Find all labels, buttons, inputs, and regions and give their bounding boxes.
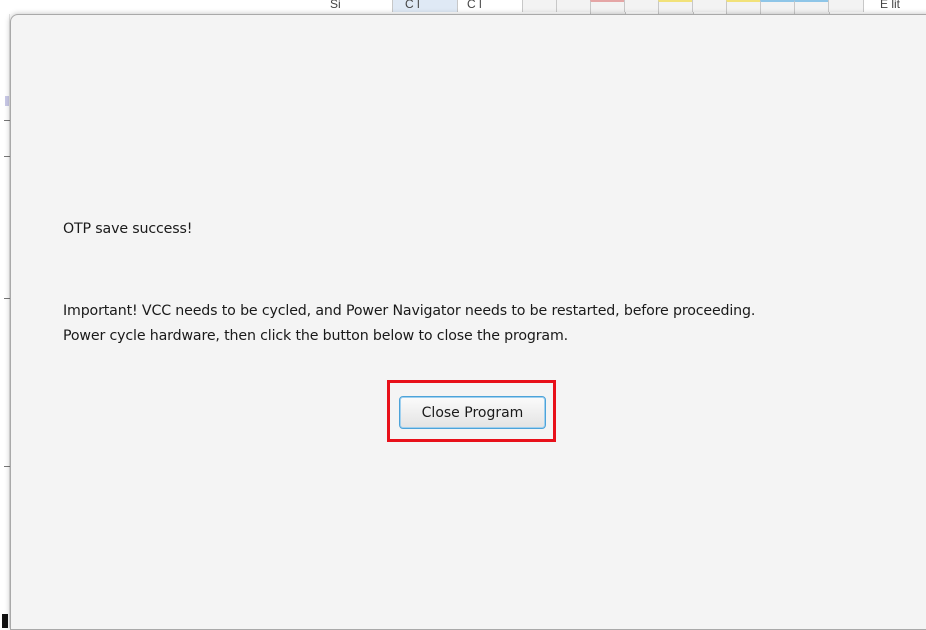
background-swatch[interactable] bbox=[624, 0, 660, 12]
background-swatch[interactable] bbox=[522, 0, 558, 12]
background-swatch[interactable] bbox=[658, 0, 694, 14]
background-left-accent bbox=[5, 96, 9, 106]
background-toolbar-text: C l bbox=[467, 0, 482, 11]
background-swatch[interactable] bbox=[692, 0, 728, 12]
instruction-text-line-2: Power cycle hardware, then click the but… bbox=[63, 328, 569, 344]
background-left-block bbox=[2, 614, 8, 628]
background-toolbar-text: E lit bbox=[880, 0, 901, 11]
background-swatch[interactable] bbox=[760, 0, 796, 14]
background-left-edge bbox=[0, 14, 10, 628]
background-toolbar-text: C l bbox=[405, 0, 420, 11]
background-toolbar-text: Si bbox=[330, 0, 341, 11]
otp-result-dialog: OTP save success! Important! VCC needs t… bbox=[10, 14, 926, 630]
background-swatch[interactable] bbox=[794, 0, 830, 14]
instruction-text-line-1: Important! VCC needs to be cycled, and P… bbox=[63, 303, 756, 319]
close-program-button[interactable]: Close Program bbox=[399, 396, 546, 429]
background-toolbar: Si C l C l E lit bbox=[0, 0, 926, 14]
background-swatch[interactable] bbox=[828, 0, 864, 12]
background-toolbar-button[interactable]: C l bbox=[392, 0, 458, 12]
success-message: OTP save success! bbox=[63, 221, 193, 237]
background-swatch[interactable] bbox=[726, 0, 762, 14]
background-swatch[interactable] bbox=[556, 0, 592, 12]
background-swatch[interactable] bbox=[590, 0, 626, 14]
